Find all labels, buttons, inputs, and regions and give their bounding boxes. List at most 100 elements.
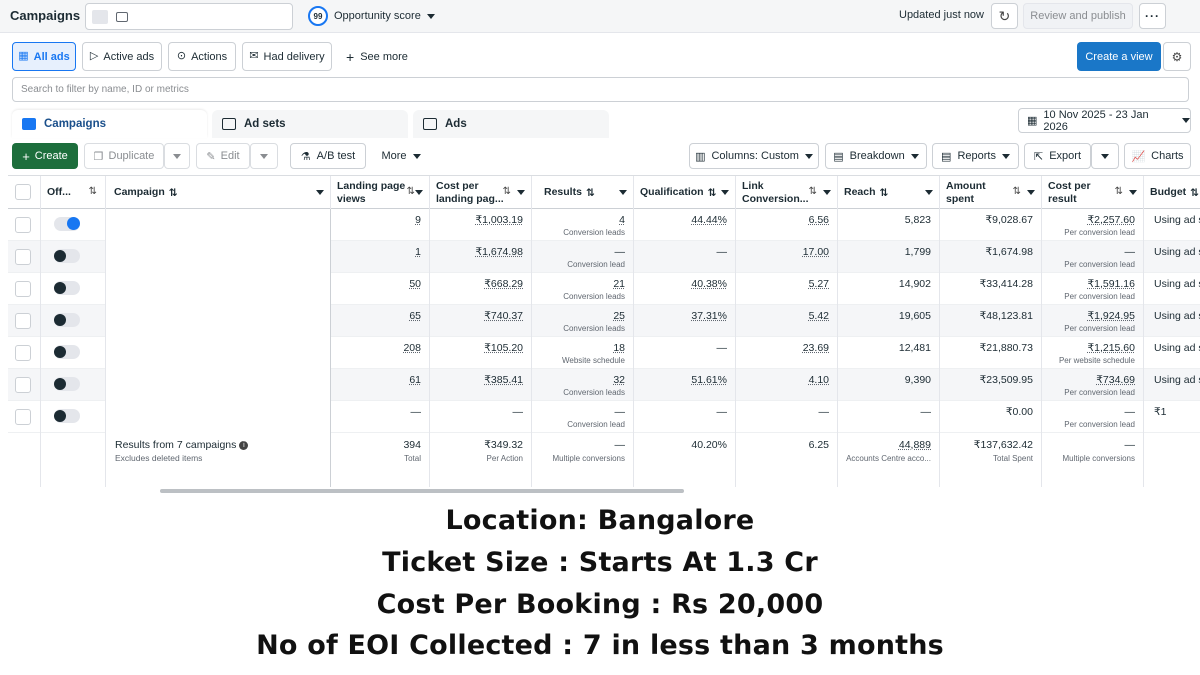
tab-ad-sets[interactable]: Ad sets xyxy=(212,110,408,138)
cell-results-value[interactable]: 21 xyxy=(613,278,625,290)
cell-cpr-value[interactable]: ₹1,215.60 xyxy=(1087,342,1135,354)
cell-cplpv-value[interactable]: ₹385.41 xyxy=(484,374,523,386)
cell-link-value[interactable]: 5.27 xyxy=(809,278,829,290)
cell-cpr-value[interactable]: ₹2,257.60 xyxy=(1087,214,1135,226)
more-options-button[interactable]: ··· xyxy=(1139,3,1166,29)
row-checkbox[interactable] xyxy=(15,249,31,265)
create-view-button[interactable]: Create a view xyxy=(1077,42,1161,71)
account-selector[interactable] xyxy=(85,3,293,30)
info-icon[interactable]: i xyxy=(239,441,249,450)
cell-cpr-value[interactable]: ₹734.69 xyxy=(1096,374,1135,386)
col-results[interactable]: Results ⇅ xyxy=(532,176,634,209)
create-button[interactable]: + Create xyxy=(12,143,78,169)
cell-qual-value[interactable]: 44.44% xyxy=(691,214,727,226)
campaign-toggle[interactable] xyxy=(54,217,80,231)
col-amount-spent[interactable]: Amount spent ⇅ xyxy=(940,176,1042,209)
cell-lpv-value[interactable]: 50 xyxy=(409,278,421,290)
cell-cpr-value[interactable]: ₹1,924.95 xyxy=(1087,310,1135,322)
cell-cpr-value[interactable]: ₹1,591.16 xyxy=(1087,278,1135,290)
reports-button[interactable]: ▤ Reports xyxy=(932,143,1019,169)
charts-button[interactable]: 📈 Charts xyxy=(1124,143,1191,169)
search-input[interactable]: Search to filter by name, ID or metrics xyxy=(12,77,1189,102)
cell-lpv: 65 xyxy=(331,305,430,337)
campaign-toggle[interactable] xyxy=(54,249,80,263)
row-checkbox[interactable] xyxy=(15,377,31,393)
filter-all-ads[interactable]: ▦ All ads xyxy=(12,42,76,71)
opportunity-score[interactable]: 99 Opportunity score xyxy=(308,6,435,26)
duplicate-button[interactable]: ❐ Duplicate xyxy=(84,143,164,169)
totals-qual-value: 40.20% xyxy=(691,439,727,451)
cell-lpv-value[interactable]: 208 xyxy=(403,342,421,354)
export-dropdown[interactable] xyxy=(1091,143,1119,169)
date-range-picker[interactable]: ▦ 10 Nov 2025 - 23 Jan 2026 xyxy=(1018,108,1191,133)
cell-link-value[interactable]: 17.00 xyxy=(803,246,829,258)
cell-link-value[interactable]: 5.42 xyxy=(809,310,829,322)
cell-qual-value[interactable]: 51.61% xyxy=(691,374,727,386)
cell-results-value[interactable]: 18 xyxy=(613,342,625,354)
cell-lpv: 50 xyxy=(331,273,430,305)
row-checkbox[interactable] xyxy=(15,345,31,361)
cell-qual-value[interactable]: 40.38% xyxy=(691,278,727,290)
campaign-toggle[interactable] xyxy=(54,377,80,391)
cell-cplpv-value[interactable]: ₹105.20 xyxy=(484,342,523,354)
col-reach[interactable]: Reach ⇅ xyxy=(838,176,940,209)
col-campaign[interactable]: Campaign ⇅ xyxy=(106,176,331,209)
duplicate-dropdown[interactable] xyxy=(164,143,190,169)
cell-results-value[interactable]: 32 xyxy=(613,374,625,386)
campaign-toggle[interactable] xyxy=(54,409,80,423)
cell-cplpv-value[interactable]: ₹1,003.19 xyxy=(475,214,523,226)
edit-dropdown[interactable] xyxy=(250,143,278,169)
cell-lpv-value[interactable]: 9 xyxy=(415,214,421,226)
columns-button[interactable]: ▥ Columns: Custom xyxy=(689,143,819,169)
refresh-button[interactable]: ↻ xyxy=(991,3,1018,29)
cell-results-value[interactable]: 25 xyxy=(613,310,625,322)
cell-cplpv-value[interactable]: ₹740.37 xyxy=(484,310,523,322)
review-publish-button[interactable]: Review and publish xyxy=(1023,3,1133,29)
filter-active-ads[interactable]: ▷ Active ads xyxy=(82,42,162,71)
col-cost-per-result[interactable]: Cost per result ⇅ xyxy=(1042,176,1144,209)
campaign-toggle[interactable] xyxy=(54,345,80,359)
cell-qual-value[interactable]: 37.31% xyxy=(691,310,727,322)
row-checkbox[interactable] xyxy=(15,313,31,329)
cell-link-value[interactable]: 4.10 xyxy=(809,374,829,386)
totals-link-value: 6.25 xyxy=(808,439,829,451)
row-checkbox[interactable] xyxy=(15,281,31,297)
cell-link-value[interactable]: 23.69 xyxy=(803,342,829,354)
cell-results-value[interactable]: 4 xyxy=(619,214,625,226)
col-qualification[interactable]: Qualification ⇅ xyxy=(634,176,736,209)
totals-reach-value[interactable]: 44,889 xyxy=(899,439,931,451)
view-settings-button[interactable]: ⚙ xyxy=(1163,42,1191,71)
campaign-toggle[interactable] xyxy=(54,313,80,327)
see-more-button[interactable]: + See more xyxy=(346,49,408,65)
cell-cplpv-value[interactable]: ₹668.29 xyxy=(484,278,523,290)
tab-campaigns[interactable]: Campaigns xyxy=(12,110,207,138)
tab-ads[interactable]: Ads xyxy=(413,110,609,138)
filter-had-delivery[interactable]: ✉ Had delivery xyxy=(242,42,332,71)
cell-lpv-value[interactable]: 61 xyxy=(409,374,421,386)
row-checkbox[interactable] xyxy=(15,409,31,425)
horizontal-scrollbar[interactable] xyxy=(160,489,684,493)
select-all-cell[interactable] xyxy=(8,176,41,209)
chevron-down-icon xyxy=(517,190,525,195)
cell-cplpv-value[interactable]: ₹1,674.98 xyxy=(475,246,523,258)
cell-lpv-value[interactable]: 65 xyxy=(409,310,421,322)
row-checkbox[interactable] xyxy=(15,217,31,233)
col-budget[interactable]: Budget ⇅ xyxy=(1144,176,1200,209)
row-toggle-cell xyxy=(41,241,106,273)
chevron-down-icon xyxy=(1101,153,1109,159)
cell-lpv-value[interactable]: 1 xyxy=(415,246,421,258)
more-button[interactable]: More xyxy=(372,143,430,169)
breakdown-button[interactable]: ▤ Breakdown xyxy=(825,143,927,169)
col-landing-page-views[interactable]: Landing page views ⇅ xyxy=(331,176,430,209)
col-cost-per-lpv[interactable]: Cost per landing pag... ⇅ xyxy=(430,176,532,209)
cell-link-value[interactable]: 6.56 xyxy=(809,214,829,226)
edit-button[interactable]: ✎ Edit xyxy=(196,143,250,169)
col-link-conversion[interactable]: Link Conversion... ⇅ xyxy=(736,176,838,209)
export-button[interactable]: ⇱ Export xyxy=(1024,143,1091,169)
campaign-toggle[interactable] xyxy=(54,281,80,295)
col-off[interactable]: Off... ⇅ xyxy=(41,176,106,209)
ab-test-button[interactable]: ⚗ A/B test xyxy=(290,143,366,169)
select-all-checkbox[interactable] xyxy=(15,184,31,200)
breakdown-label: Breakdown xyxy=(849,150,905,162)
filter-actions[interactable]: ⊙ Actions xyxy=(168,42,236,71)
